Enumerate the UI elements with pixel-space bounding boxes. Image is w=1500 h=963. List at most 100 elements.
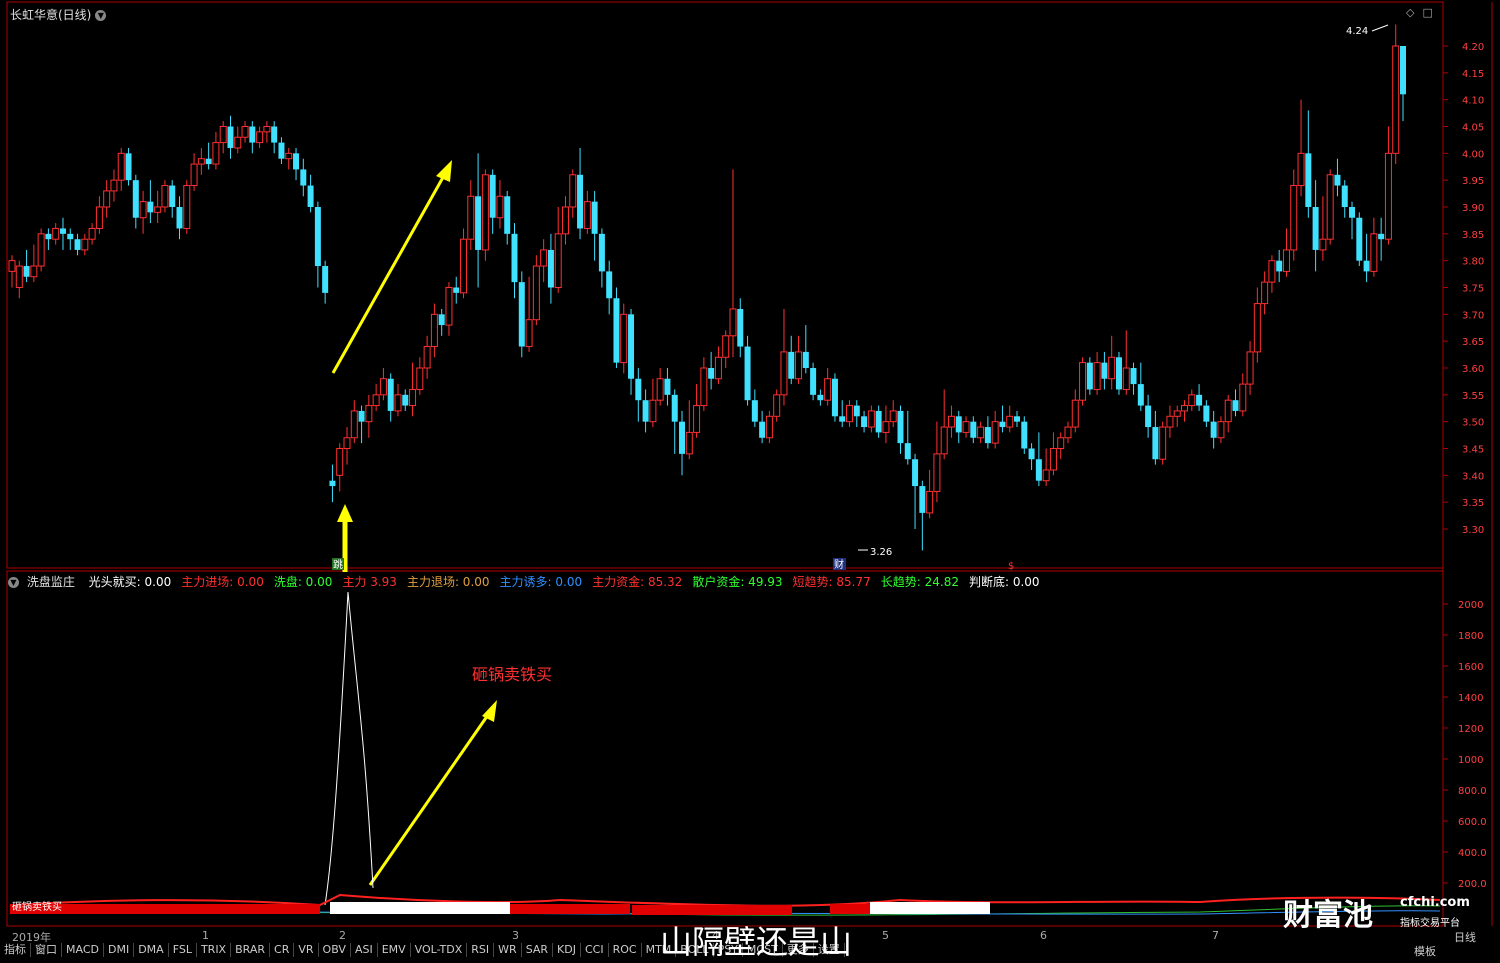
candle[interactable] <box>1122 330 1130 395</box>
candle[interactable] <box>940 389 948 460</box>
candle[interactable] <box>867 405 875 433</box>
candle[interactable] <box>700 357 708 411</box>
tab-sar[interactable]: SAR <box>522 943 554 957</box>
square-icon[interactable]: □ <box>1422 6 1432 19</box>
candle[interactable] <box>183 180 191 234</box>
candle[interactable] <box>95 196 103 234</box>
candle[interactable] <box>846 400 854 428</box>
candle[interactable] <box>190 153 198 191</box>
candle[interactable] <box>926 469 934 519</box>
candle[interactable] <box>1145 394 1152 438</box>
candle[interactable] <box>685 400 693 460</box>
candle[interactable] <box>714 346 722 385</box>
tab-kdj[interactable]: KDJ <box>553 943 581 957</box>
candle[interactable] <box>169 180 176 218</box>
candle[interactable] <box>1224 394 1232 433</box>
candle[interactable] <box>577 147 584 240</box>
candle[interactable] <box>314 201 321 288</box>
chevron-down-icon[interactable]: ▼ <box>8 577 19 588</box>
candle[interactable] <box>1378 217 1385 261</box>
candle[interactable] <box>613 287 620 369</box>
candle[interactable] <box>664 368 671 406</box>
candle[interactable] <box>540 239 548 283</box>
tab-dmi[interactable]: DMI <box>104 943 135 957</box>
candle[interactable] <box>861 410 868 433</box>
candle[interactable] <box>635 368 642 422</box>
candle[interactable] <box>1108 335 1116 390</box>
candle[interactable] <box>1057 432 1065 460</box>
candle[interactable] <box>780 308 788 406</box>
candle[interactable] <box>1035 432 1042 487</box>
candle[interactable] <box>504 190 511 245</box>
candle[interactable] <box>1115 351 1122 395</box>
candle[interactable] <box>300 158 307 197</box>
candle[interactable] <box>1326 169 1334 245</box>
candle[interactable] <box>117 147 125 191</box>
candle[interactable] <box>1276 249 1283 283</box>
candle[interactable] <box>773 389 781 422</box>
candle[interactable] <box>882 405 890 444</box>
candle[interactable] <box>765 410 773 444</box>
candle[interactable] <box>912 453 919 529</box>
candle[interactable] <box>52 223 60 245</box>
candle[interactable] <box>45 228 52 250</box>
candle[interactable] <box>241 121 249 143</box>
candle[interactable] <box>1159 421 1167 465</box>
candle[interactable] <box>1021 416 1028 454</box>
candle[interactable] <box>147 180 154 224</box>
candle[interactable] <box>197 147 205 175</box>
candle[interactable] <box>1297 99 1305 197</box>
candle[interactable] <box>722 330 730 368</box>
tab-asi[interactable]: ASI <box>351 943 378 957</box>
candle[interactable] <box>234 126 242 154</box>
candle[interactable] <box>518 271 525 358</box>
candle[interactable] <box>1071 389 1079 433</box>
candle[interactable] <box>1188 389 1196 411</box>
candle[interactable] <box>977 421 985 444</box>
tab-窗口[interactable]: 窗口 <box>31 943 62 957</box>
candle[interactable] <box>693 384 701 438</box>
candle[interactable] <box>831 373 838 422</box>
candle[interactable] <box>445 282 453 336</box>
candle[interactable] <box>387 373 394 422</box>
candle[interactable] <box>598 228 605 288</box>
candle[interactable] <box>904 410 911 465</box>
candle[interactable] <box>1181 400 1189 422</box>
tab-cci[interactable]: CCI <box>581 943 609 957</box>
candle[interactable] <box>947 405 955 438</box>
candle[interactable] <box>1341 180 1348 218</box>
candle[interactable] <box>511 223 518 299</box>
candle[interactable] <box>438 308 445 336</box>
candle[interactable] <box>481 169 489 261</box>
candle[interactable] <box>409 362 417 417</box>
candle[interactable] <box>591 190 598 261</box>
candle[interactable] <box>1356 212 1363 267</box>
candle[interactable] <box>583 190 591 234</box>
candle[interactable] <box>1305 110 1312 218</box>
candle[interactable] <box>554 207 562 293</box>
tab-vr[interactable]: VR <box>294 943 319 957</box>
candle[interactable] <box>88 223 96 245</box>
candle[interactable] <box>1349 201 1356 240</box>
candle[interactable] <box>489 169 496 234</box>
candle[interactable] <box>496 180 504 229</box>
candle[interactable] <box>8 255 16 288</box>
candle[interactable] <box>110 169 118 202</box>
candle[interactable] <box>81 233 89 256</box>
candle[interactable] <box>525 276 533 352</box>
tab-fsl[interactable]: FSL <box>169 943 197 957</box>
candle[interactable] <box>1210 410 1217 449</box>
candle[interactable] <box>15 260 23 299</box>
candle[interactable] <box>1079 357 1087 406</box>
candle[interactable] <box>853 400 860 428</box>
candle[interactable] <box>161 180 169 213</box>
candle[interactable] <box>810 362 817 401</box>
candle[interactable] <box>23 249 30 283</box>
candle[interactable] <box>1384 126 1392 245</box>
candle[interactable] <box>1392 24 1400 165</box>
candle[interactable] <box>1093 351 1101 395</box>
candle[interactable] <box>532 255 540 326</box>
tab-trix[interactable]: TRIX <box>197 943 232 957</box>
candle[interactable] <box>788 335 795 385</box>
candle[interactable] <box>642 389 649 433</box>
